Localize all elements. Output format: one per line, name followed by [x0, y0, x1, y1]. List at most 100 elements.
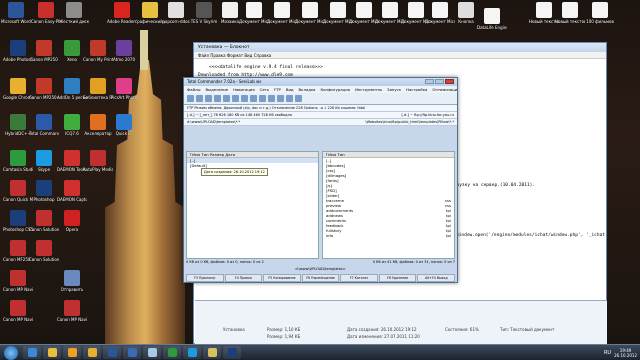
tc-menu-item[interactable]: Навигация — [233, 87, 255, 92]
desktop-icon[interactable]: DAEMON Capture — [57, 180, 87, 202]
tc-menu-item[interactable]: Инструменты — [355, 87, 382, 92]
desktop-icon[interactable]: Opera — [58, 210, 86, 232]
desktop-icon[interactable]: Кнопка — [452, 2, 480, 24]
function-key-button[interactable]: F6 Перемещение — [301, 274, 340, 282]
desktop-icon[interactable]: popcorn-ddos — [162, 2, 190, 24]
function-key-button[interactable]: F8 Удаление — [378, 274, 417, 282]
brief-view-icon[interactable] — [196, 95, 203, 102]
refresh-icon[interactable] — [187, 95, 194, 102]
desktop-icon[interactable]: TES V Skyrim — [190, 2, 218, 24]
taskbar-chrome-button[interactable] — [83, 346, 101, 359]
desktop-icon[interactable]: Canon MP Navigator — [3, 300, 33, 322]
right-drive-info[interactable]: [-d-] ~ ftp://ftp.kino-for-you.ru — [402, 113, 455, 117]
desktop-icon[interactable]: Microsoft Word 2010 — [1, 2, 31, 24]
search-icon[interactable] — [259, 95, 266, 102]
maximize-button[interactable] — [435, 79, 444, 84]
desktop-icon[interactable]: Skype — [30, 150, 58, 172]
taskbar-ps-button[interactable] — [223, 346, 241, 359]
desktop-icon[interactable]: AutoPlay Media — [83, 150, 113, 172]
left-path[interactable]: d:\www\UPLOAD\templates\*.* — [187, 120, 240, 124]
function-key-button[interactable]: F3 Просмотр — [186, 274, 224, 282]
taskbar-word-button[interactable] — [103, 346, 121, 359]
desktop-icon[interactable]: Canon MF250 series — [3, 240, 33, 262]
desktop-icon[interactable]: Canon MP250 series — [29, 78, 59, 100]
taskbar-camtasia-button[interactable] — [163, 346, 181, 359]
desktop-icon[interactable]: Документ Microsoft — [425, 2, 455, 24]
left-drive-info[interactable]: [-d-] ~ [_нет_] 76 626 180 Кб из 148 460… — [187, 113, 292, 117]
tc-menu-item[interactable]: Выделение — [206, 87, 229, 92]
taskbar-notepad-button[interactable] — [143, 346, 161, 359]
desktop-icon[interactable]: Документ Microsoft — [295, 2, 325, 24]
tc-menu-item[interactable]: Вкладка — [299, 87, 316, 92]
desktop-icon[interactable]: Акселератор — [84, 114, 112, 136]
desktop-icon[interactable]: Canon MP250 — [30, 40, 58, 62]
desktop-icon[interactable]: Документ Microsoft — [323, 2, 353, 24]
taskbar-totalcmd-button[interactable] — [123, 346, 141, 359]
desktop-icon[interactable]: Документ Microsoft — [349, 2, 379, 24]
ftp-connect-icon[interactable] — [241, 95, 248, 102]
desktop-icon[interactable]: Документ Microsoft — [239, 2, 269, 24]
desktop-icon[interactable]: Canon MP Navigator — [3, 270, 33, 292]
desktop-icon[interactable]: Документ Microsoft — [267, 2, 297, 24]
desktop-icon[interactable]: Adobe Reader X — [107, 2, 137, 24]
desktop-icon[interactable]: Canon Solution — [29, 240, 59, 262]
full-view-icon[interactable] — [205, 95, 212, 102]
minimize-button[interactable] — [425, 79, 434, 84]
function-key-button[interactable]: F4 Правка — [224, 274, 263, 282]
tc-menu-item[interactable]: Файлы — [187, 87, 201, 92]
function-key-button[interactable]: F7 Каталог — [340, 274, 378, 282]
command-line[interactable]: d:\www\UPLOAD\templates> — [295, 267, 345, 273]
desktop-icon[interactable]: Photoshop — [30, 180, 58, 202]
desktop-icon[interactable]: Новый текстовый — [529, 2, 559, 24]
clock[interactable]: 19:49 26.10.2012 — [614, 348, 637, 358]
desktop-icon[interactable]: Quick IC — [110, 114, 138, 136]
total-commander-window[interactable]: Total Commander 7.02a - SeniLab ws Файлы… — [183, 77, 458, 283]
taskbar-explorer-button[interactable] — [43, 346, 61, 359]
tc-menu-item[interactable]: Сеть — [260, 87, 269, 92]
tc-menu-item[interactable]: Конфигурация — [320, 87, 350, 92]
file-row[interactable]: info tpl — [323, 233, 454, 238]
desktop-icon[interactable]: Atmo 2070 — [110, 40, 138, 62]
taskbar-media-button[interactable] — [63, 346, 81, 359]
desktop-icon[interactable]: ICQ7.6 — [58, 114, 86, 136]
start-button[interactable] — [4, 345, 18, 360]
desktop-icon[interactable]: Canon Easy-Photo — [31, 2, 61, 24]
taskbar-skype-button[interactable] — [183, 346, 201, 359]
desktop-icon[interactable]: Canon Solution — [29, 210, 59, 232]
desktop-icon[interactable]: Жесткий диск — [59, 2, 89, 24]
pack-icon[interactable] — [223, 95, 230, 102]
tc-menu-item[interactable]: FTP — [274, 87, 281, 92]
settings-icon[interactable] — [295, 95, 302, 102]
notepad-icon[interactable] — [286, 95, 293, 102]
desktop-icon[interactable]: Библиотека Fraps — [83, 78, 113, 100]
tc-menu-item[interactable]: Настройка — [406, 87, 427, 92]
desktop-icon[interactable]: PicsArt Photo — [110, 78, 138, 100]
tc-menu-item[interactable]: Запуск — [387, 87, 401, 92]
taskbar-ie-button[interactable] — [23, 346, 41, 359]
desktop-icon[interactable]: Отправить — [58, 270, 86, 292]
right-file-pane[interactable]: ↑Имя Тип [..] [bbcodes] [css] [dlimages] [fo… — [322, 151, 455, 259]
taskbar-paint-button[interactable] — [203, 346, 221, 359]
desktop-icon[interactable]: Canon My Printer — [83, 40, 113, 62]
function-key-button[interactable]: F5 Копирование — [263, 274, 301, 282]
notepad-menu[interactable]: Файл Правка Формат Вид Справка — [194, 52, 606, 59]
desktop-icon[interactable]: Canon MP Navigator — [57, 300, 87, 322]
desktop-icon[interactable]: Photoshop CS5 — [3, 210, 33, 232]
function-key-button[interactable]: Alt+F4 Выход — [417, 274, 456, 282]
tc-menu-item[interactable]: Вид — [286, 87, 294, 92]
desktop-icon[interactable]: DAEMON Tools Lite — [57, 150, 87, 172]
desktop-icon[interactable]: Документ Microsoft — [375, 2, 405, 24]
desktop-icon[interactable]: Canon Quick Menu — [3, 180, 33, 202]
desktop-icon[interactable]: Total Commander — [29, 114, 59, 136]
desktop-icon[interactable]: Camtasia Studio 7 — [3, 150, 33, 172]
close-button[interactable] — [445, 79, 454, 84]
desktop-icon[interactable]: DataLife Engine v.9.4 — [477, 8, 507, 30]
desktop-icon[interactable]: графический диспетчер — [135, 2, 165, 24]
unpack-icon[interactable] — [232, 95, 239, 102]
language-indicator[interactable]: RU — [604, 350, 611, 356]
rename-icon[interactable] — [268, 95, 275, 102]
right-path[interactable]: \Websites\kino\ftp\public_html\templates… — [365, 120, 454, 124]
tree-icon[interactable] — [214, 95, 221, 102]
desktop-icon[interactable]: Новый текстовый — [555, 2, 585, 24]
ftp-disconnect-icon[interactable] — [250, 95, 257, 102]
